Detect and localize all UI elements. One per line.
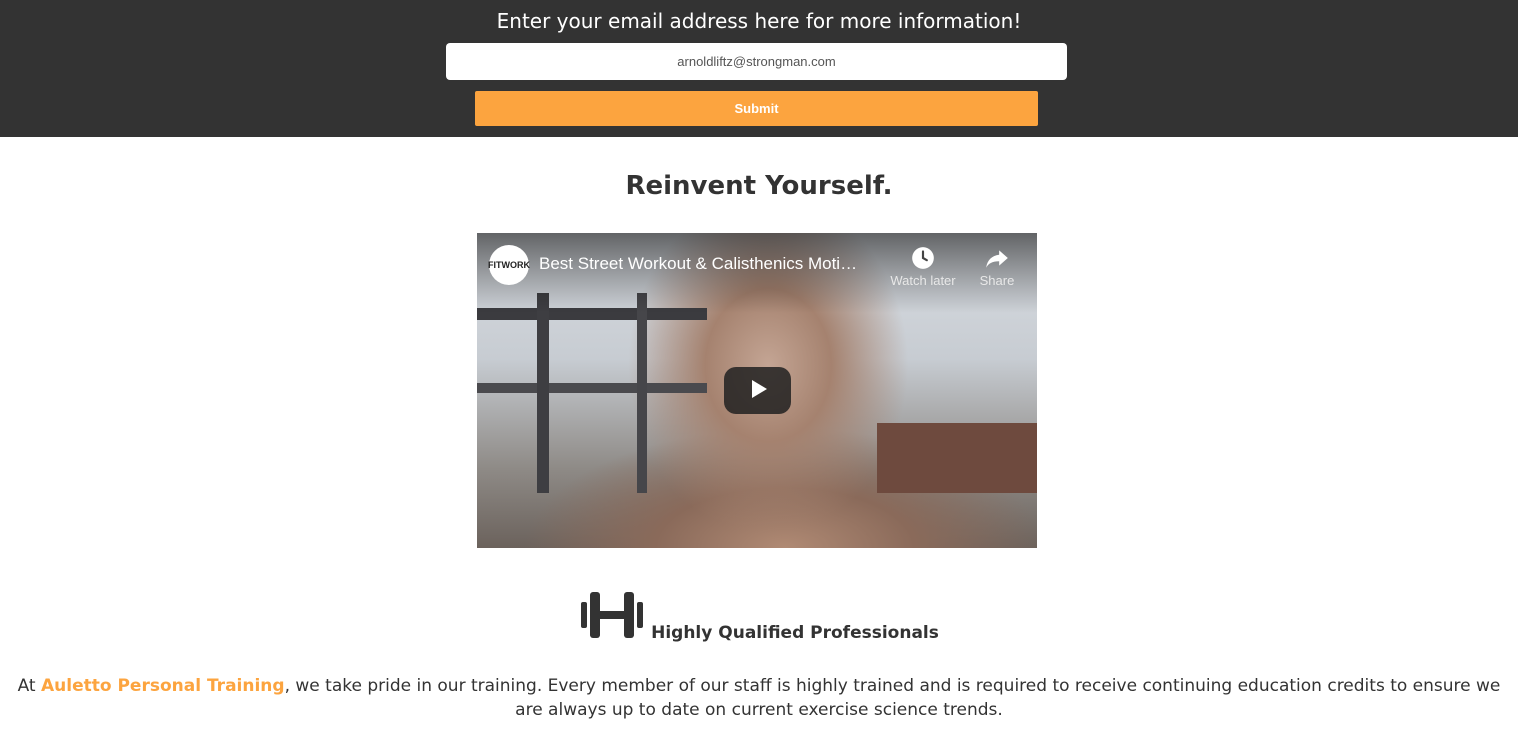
video-background-bar [637, 293, 647, 493]
intro-paragraph: At Auletto Personal Training, we take pr… [0, 674, 1518, 722]
submit-button[interactable]: Submit [475, 91, 1038, 126]
page-headline: Reinvent Yourself. [625, 171, 893, 201]
share-button[interactable]: Share [957, 245, 1037, 288]
video-background-bar [537, 293, 549, 493]
play-button[interactable] [724, 367, 791, 414]
watch-later-label: Watch later [890, 273, 956, 288]
watch-later-button[interactable]: Watch later [883, 245, 963, 288]
share-arrow-icon [957, 245, 1037, 271]
feature-heading: Highly Qualified Professionals [0, 590, 1518, 644]
video-background-roof [877, 423, 1037, 493]
clock-icon [883, 245, 963, 271]
channel-logo[interactable]: FITWORK [488, 245, 530, 285]
email-input[interactable] [446, 43, 1067, 80]
signup-title: Enter your email address here for more i… [496, 9, 1022, 33]
channel-logo-text: FITWORK [488, 260, 530, 270]
feature-title: Highly Qualified Professionals [651, 623, 939, 643]
share-label: Share [979, 273, 1015, 288]
intro-prefix: At [17, 676, 41, 696]
video-player[interactable]: FITWORK Best Street Workout & Calistheni… [477, 233, 1037, 548]
play-icon [747, 378, 769, 404]
video-title[interactable]: Best Street Workout & Calisthenics Moti… [539, 254, 879, 274]
brand-link[interactable]: Auletto Personal Training [41, 676, 285, 696]
intro-text: , we take pride in our training. Every m… [284, 676, 1501, 720]
email-signup-banner: Enter your email address here for more i… [0, 0, 1518, 137]
dumbbell-icon [579, 590, 645, 640]
video-background-bar [477, 383, 707, 393]
